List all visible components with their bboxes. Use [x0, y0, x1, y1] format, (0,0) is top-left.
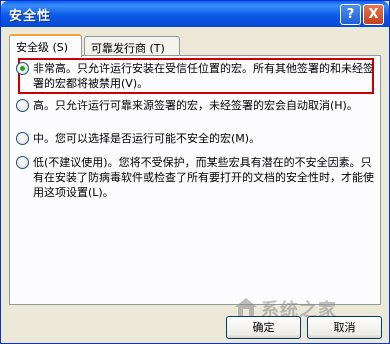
dialog-title: 安全性 — [9, 9, 52, 24]
option-low-text: 低(不建议使用)。您将不受保护，而某些宏具有潜在的不安全因素。只有在安装了防病毒… — [33, 156, 374, 199]
radio-very-high[interactable] — [16, 62, 29, 75]
option-medium[interactable]: 中。您可以选择是否运行可能不安全的宏(M)。 — [16, 131, 374, 146]
cancel-button[interactable]: 取消 — [307, 316, 382, 339]
option-medium-text: 中。您可以选择是否运行可能不安全的宏(M)。 — [33, 132, 261, 145]
radio-medium[interactable] — [16, 132, 29, 145]
option-high[interactable]: 高。只允许运行可靠来源签署的宏，未经签署的宏会自动取消(H)。 — [16, 98, 374, 113]
option-very-high[interactable]: 非常高。只允许运行安装在受信任位置的宏。所有其他签署的和未经签署的宏都将被禁用(… — [16, 61, 374, 91]
title-bar[interactable]: 安全性 ? X — [1, 1, 389, 27]
house-icon — [235, 298, 257, 316]
security-dialog: 安全性 ? X 安全级 (S) 可靠发行商 (T) 非常高。只允许运行安装在受信… — [0, 0, 390, 344]
option-very-high-text: 非常高。只允许运行安装在受信任位置的宏。所有其他签署的和未经签署的宏都将被禁用(… — [33, 62, 374, 90]
tab-trusted-publishers[interactable]: 可靠发行商 (T) — [84, 36, 180, 56]
radio-low[interactable] — [16, 156, 29, 169]
security-level-panel: 非常高。只允许运行安装在受信任位置的宏。所有其他签署的和未经签署的宏都将被禁用(… — [9, 55, 381, 305]
help-button[interactable]: ? — [340, 4, 361, 25]
radio-high[interactable] — [16, 99, 29, 112]
tab-security-level[interactable]: 安全级 (S) — [9, 34, 82, 57]
option-high-text: 高。只允许运行可靠来源签署的宏，未经签署的宏会自动取消(H)。 — [33, 99, 358, 112]
close-button[interactable]: X — [363, 4, 384, 25]
ok-button[interactable]: 确定 — [226, 316, 301, 339]
option-low[interactable]: 低(不建议使用)。您将不受保护，而某些宏具有潜在的不安全因素。只有在安装了防病毒… — [16, 155, 374, 200]
